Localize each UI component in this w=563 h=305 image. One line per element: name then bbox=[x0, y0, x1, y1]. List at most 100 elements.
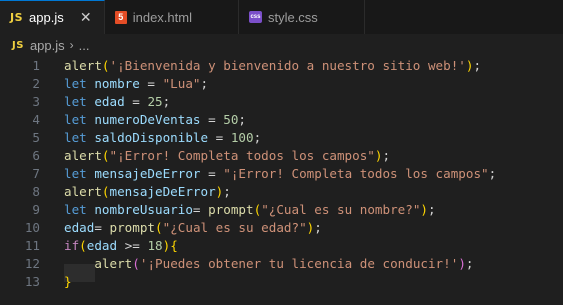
code-token: = bbox=[124, 94, 148, 109]
code-line[interactable]: 10 edad= prompt("¿Cual es su edad?"); bbox=[0, 219, 563, 237]
code-token: "¡Error! Completa todos los campos" bbox=[223, 166, 489, 181]
code-token: ) bbox=[458, 256, 466, 271]
code-editor[interactable]: 1 alert('¡Bienvenida y bienvenido a nuest… bbox=[0, 56, 563, 305]
code-token: ; bbox=[314, 220, 322, 235]
code-token: ; bbox=[488, 166, 497, 181]
code-line[interactable]: 5 let saldoDisponible = 100; bbox=[0, 129, 563, 147]
code-text: alert('¡Puedes obtener tu licencia de co… bbox=[64, 255, 474, 273]
line-number: 1 bbox=[32, 58, 40, 73]
code-line[interactable]: 12 alert('¡Puedes obtener tu licencia de… bbox=[0, 255, 563, 273]
code-token: let bbox=[64, 166, 87, 181]
chevron-right-icon: › bbox=[69, 38, 74, 52]
code-text: let mensajeDeError = "¡Error! Completa t… bbox=[64, 165, 496, 183]
code-line[interactable]: 6 alert("¡Error! Completa todos los campo… bbox=[0, 147, 563, 165]
code-token: prompt bbox=[109, 220, 156, 235]
code-token: mensajeDeError bbox=[94, 166, 201, 181]
code-token: alert bbox=[64, 148, 102, 163]
code-text: let edad = 25; bbox=[64, 93, 170, 111]
code-token: let bbox=[64, 112, 87, 127]
code-token: alert bbox=[94, 256, 133, 271]
line-number: 13 bbox=[24, 274, 40, 289]
code-line[interactable]: 8 alert(mensajeDeError); bbox=[0, 183, 563, 201]
code-token: ; bbox=[465, 256, 474, 271]
line-number: 2 bbox=[32, 76, 40, 91]
code-line[interactable]: 3 let edad = 25; bbox=[0, 93, 563, 111]
line-number: 12 bbox=[24, 256, 40, 271]
code-token: let bbox=[64, 202, 87, 217]
code-token: = bbox=[208, 130, 231, 145]
code-token: let bbox=[64, 130, 87, 145]
code-text: alert('¡Bienvenida y bienvenido a nuestr… bbox=[64, 57, 481, 75]
line-number: 10 bbox=[24, 220, 40, 235]
code-line[interactable]: 4 let numeroDeVentas = 50; bbox=[0, 111, 563, 129]
tab-index-html[interactable]: 5 index.html bbox=[104, 0, 239, 34]
code-token: prompt bbox=[208, 202, 254, 217]
close-icon[interactable]: ✕ bbox=[78, 9, 94, 26]
code-token: saldoDisponible bbox=[94, 130, 209, 145]
code-token: nombreUsuario bbox=[94, 202, 193, 217]
breadcrumb-file[interactable]: app.js bbox=[30, 38, 65, 53]
code-line[interactable]: 9 let nombreUsuario= prompt("¿Cual es su … bbox=[0, 201, 563, 219]
code-text: } bbox=[64, 273, 72, 291]
code-token: 25 bbox=[147, 94, 163, 109]
code-token: numeroDeVentas bbox=[94, 112, 201, 127]
line-number: 4 bbox=[32, 112, 40, 127]
code-text: alert("¡Error! Completa todos los campos… bbox=[64, 147, 390, 165]
code-token: } bbox=[64, 274, 72, 289]
code-text: if(edad >= 18){ bbox=[64, 237, 178, 255]
code-token: 18 bbox=[147, 238, 163, 253]
code-line[interactable]: 11 if(edad >= 18){ bbox=[0, 237, 563, 255]
js-file-icon: JS bbox=[12, 39, 24, 51]
code-line[interactable]: 13} bbox=[0, 273, 563, 291]
code-token: 100 bbox=[230, 130, 254, 145]
code-token: ( bbox=[79, 238, 87, 253]
code-token: nombre bbox=[94, 76, 140, 91]
code-line[interactable]: 2 let nombre = "Lua"; bbox=[0, 75, 563, 93]
tab-style-css[interactable]: css style.css bbox=[238, 0, 365, 34]
code-token: edad bbox=[94, 94, 125, 109]
code-token: = bbox=[139, 76, 163, 91]
code-text: let nombreUsuario= prompt("¿Cual es su n… bbox=[64, 201, 436, 219]
code-text: let numeroDeVentas = 50; bbox=[64, 111, 246, 129]
code-line[interactable]: 7 let mensajeDeError = "¡Error! Completa … bbox=[0, 165, 563, 183]
code-text: let nombre = "Lua"; bbox=[64, 75, 208, 93]
code-token: = bbox=[192, 202, 209, 217]
code-token: = bbox=[200, 166, 224, 181]
css-file-icon: css bbox=[248, 11, 262, 23]
code-token: ( bbox=[101, 148, 110, 163]
code-token: ; bbox=[473, 58, 482, 73]
code-token: "¡Error! Completa todos los campos" bbox=[109, 148, 375, 163]
code-token: let bbox=[64, 94, 87, 109]
code-token: = bbox=[94, 220, 110, 235]
html-file-icon: 5 bbox=[114, 10, 127, 24]
code-token: ; bbox=[162, 94, 171, 109]
code-token: "¿Cual es su nombre?" bbox=[261, 202, 421, 217]
editor-tab-bar: JS app.js ✕ 5 index.html css style.css bbox=[0, 0, 563, 34]
code-token: '¡Bienvenida y bienvenido a nuestro siti… bbox=[109, 58, 466, 73]
code-token: alert bbox=[64, 58, 102, 73]
code-token: edad bbox=[64, 220, 95, 235]
js-file-icon: JS bbox=[10, 11, 24, 24]
line-number: 9 bbox=[32, 202, 40, 217]
tab-label: style.css bbox=[267, 9, 318, 25]
code-token: ( bbox=[101, 58, 110, 73]
code-token: edad bbox=[86, 238, 118, 253]
line-number: 8 bbox=[32, 184, 40, 199]
code-text: edad= prompt("¿Cual es su edad?"); bbox=[64, 219, 322, 237]
line-number: 11 bbox=[24, 238, 40, 253]
tab-label: app.js bbox=[29, 10, 64, 25]
code-token: "¿Cual es su edad?" bbox=[162, 220, 307, 235]
code-token: "Lua" bbox=[162, 76, 201, 91]
code-token: ; bbox=[223, 184, 231, 199]
code-token: '¡Puedes obtener tu licencia de conducir… bbox=[139, 256, 459, 271]
tab-app-js[interactable]: JS app.js ✕ bbox=[0, 0, 105, 34]
code-text: alert(mensajeDeError); bbox=[64, 183, 231, 201]
code-token: ; bbox=[382, 148, 391, 163]
code-text: let saldoDisponible = 100; bbox=[64, 129, 261, 147]
code-token: ( bbox=[155, 220, 163, 235]
breadcrumb: JS app.js › ... bbox=[0, 34, 563, 56]
code-token: alert bbox=[64, 184, 102, 199]
breadcrumb-more[interactable]: ... bbox=[79, 38, 90, 53]
code-line[interactable]: 1 alert('¡Bienvenida y bienvenido a nuest… bbox=[0, 57, 563, 75]
